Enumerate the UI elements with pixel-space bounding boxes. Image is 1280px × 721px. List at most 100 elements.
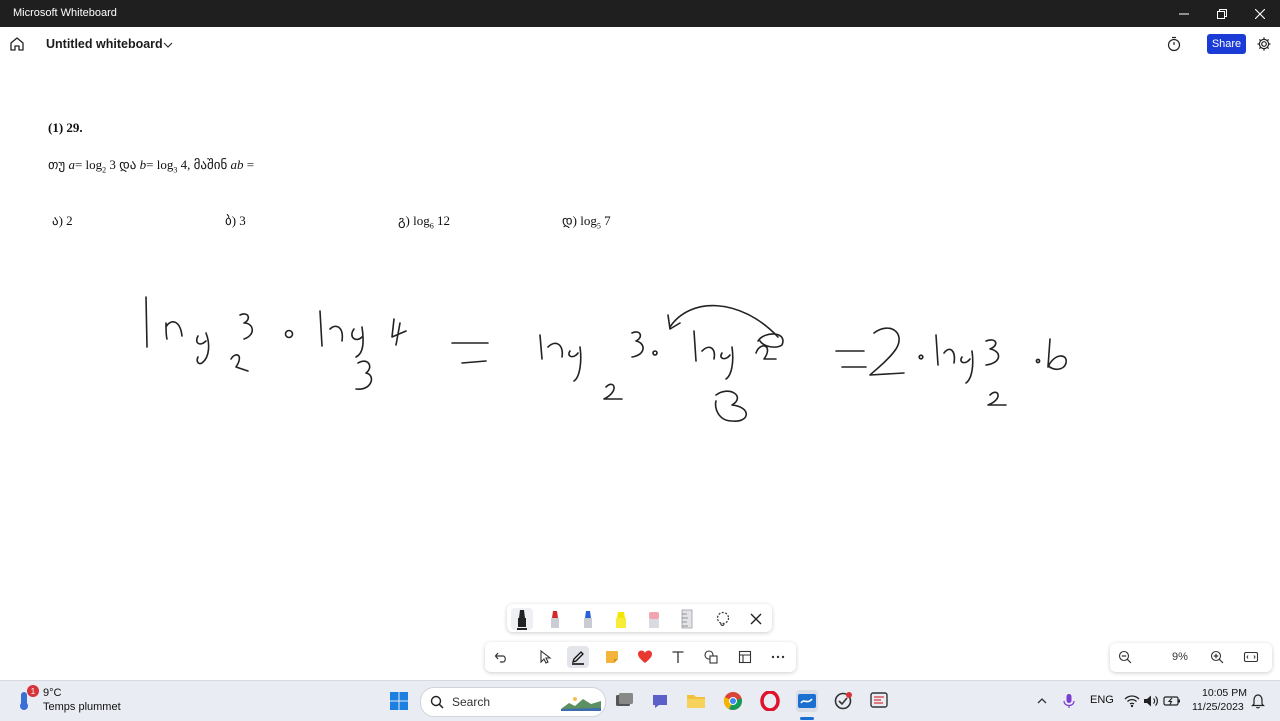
ink-stroke xyxy=(391,318,407,346)
chrome-icon xyxy=(723,692,742,710)
weather-description: Temps plummet xyxy=(43,701,121,713)
ink-strokes[interactable] xyxy=(0,61,1280,680)
start-button[interactable] xyxy=(388,690,410,712)
ink-stroke xyxy=(329,325,344,342)
pen-red-icon xyxy=(551,611,559,628)
ink-stroke xyxy=(568,346,582,382)
opera-button[interactable] xyxy=(759,690,781,712)
pen-black-button[interactable] xyxy=(511,608,533,630)
undo-button[interactable] xyxy=(490,646,512,668)
bell-icon xyxy=(1251,694,1265,709)
main-toolbar xyxy=(485,642,796,672)
select-button[interactable] xyxy=(534,646,556,668)
opera-icon xyxy=(760,691,780,711)
pinned-app-button[interactable] xyxy=(832,690,854,712)
sticky-note-button[interactable] xyxy=(601,646,623,668)
ruler-icon xyxy=(681,609,693,629)
fit-to-screen-button[interactable] xyxy=(1240,646,1262,668)
close-pen-tray-button[interactable] xyxy=(745,608,767,630)
ink-stroke xyxy=(239,313,254,340)
ellipsis-icon xyxy=(771,655,785,659)
ink-stroke xyxy=(165,321,183,340)
zoom-controls: 9% xyxy=(1110,643,1272,672)
taskbar-search[interactable]: Search xyxy=(420,687,606,717)
weather-temperature: 9°C xyxy=(43,687,62,699)
search-highlight-image xyxy=(561,697,601,711)
microphone-button[interactable] xyxy=(1058,690,1080,712)
app-header: Untitled whiteboard Share xyxy=(0,27,1280,61)
highlighter-button[interactable] xyxy=(610,608,632,630)
zoom-in-icon xyxy=(1210,650,1224,664)
window-title: Microsoft Whiteboard xyxy=(13,7,117,19)
shapes-icon xyxy=(704,650,718,664)
windows-logo-icon xyxy=(390,692,408,710)
battery-button[interactable] xyxy=(1161,690,1183,712)
share-button[interactable]: Share xyxy=(1207,34,1246,54)
timer-icon xyxy=(1167,36,1181,52)
pen-blue-icon xyxy=(584,611,592,628)
ink-stroke xyxy=(960,350,974,384)
eraser-button[interactable] xyxy=(643,608,665,630)
ink-stroke xyxy=(195,332,210,365)
ink-stroke xyxy=(714,390,748,422)
pen-red-button[interactable] xyxy=(544,608,566,630)
eraser-icon xyxy=(649,612,659,628)
ink-stroke xyxy=(987,391,1007,406)
title-menu-button[interactable] xyxy=(162,38,174,50)
zoom-in-button[interactable] xyxy=(1206,646,1228,668)
ink-stroke xyxy=(701,346,716,360)
whiteboard-title[interactable]: Untitled whiteboard xyxy=(46,37,163,51)
text-button[interactable] xyxy=(667,646,689,668)
snipping-tool-button[interactable] xyxy=(868,690,890,712)
highlighter-icon xyxy=(616,612,626,628)
language-indicator[interactable]: ENG xyxy=(1090,694,1114,706)
lasso-icon xyxy=(716,611,730,626)
chevron-up-icon xyxy=(1037,698,1047,704)
home-button[interactable] xyxy=(8,35,26,53)
minimize-button[interactable] xyxy=(1165,0,1203,27)
text-icon xyxy=(672,651,684,663)
timer-button[interactable] xyxy=(1166,36,1182,52)
shapes-button[interactable] xyxy=(700,646,722,668)
minimize-icon xyxy=(1179,13,1189,14)
taskbar: 1 9°C Temps plummet Search ENG 10:05 PM … xyxy=(0,680,1280,721)
pen-tray xyxy=(507,604,772,632)
settings-button[interactable] xyxy=(1256,36,1272,52)
close-button[interactable] xyxy=(1241,0,1279,27)
volume-icon xyxy=(1144,695,1158,707)
volume-button[interactable] xyxy=(1140,690,1162,712)
show-hidden-icons-button[interactable] xyxy=(1031,690,1053,712)
maximize-button[interactable] xyxy=(1203,0,1241,27)
chat-icon xyxy=(653,695,667,708)
zoom-out-button[interactable] xyxy=(1114,646,1136,668)
teams-chat-button[interactable] xyxy=(649,690,671,712)
notifications-button[interactable] xyxy=(1247,690,1269,712)
ink-stroke xyxy=(918,354,924,360)
clock-date[interactable]: 11/25/2023 xyxy=(1192,701,1244,713)
zoom-level[interactable]: 9% xyxy=(1162,651,1198,663)
reactions-button[interactable] xyxy=(634,646,656,668)
whiteboard-taskbar-button[interactable] xyxy=(796,690,818,712)
task-view-button[interactable] xyxy=(613,690,635,712)
lasso-button[interactable] xyxy=(712,608,734,630)
templates-button[interactable] xyxy=(734,646,756,668)
microphone-icon xyxy=(1063,694,1075,708)
whiteboard-icon xyxy=(798,694,816,708)
ink-stroke xyxy=(451,342,489,364)
ruler-button[interactable] xyxy=(676,608,698,630)
ink-stroke xyxy=(351,326,364,358)
pen-blue-button[interactable] xyxy=(577,608,599,630)
chrome-button[interactable] xyxy=(722,690,744,712)
battery-icon xyxy=(1163,696,1180,706)
pen-icon xyxy=(571,651,584,665)
ink-stroke xyxy=(230,354,249,372)
ink-stroke xyxy=(284,329,294,339)
ink-stroke xyxy=(652,350,658,356)
pen-tool-button[interactable] xyxy=(567,646,589,668)
more-options-button[interactable] xyxy=(767,646,789,668)
file-explorer-button[interactable] xyxy=(685,690,707,712)
whiteboard-canvas[interactable]: (1) 29. თუ a= log2 3 და b= log3 4, მაშინ… xyxy=(0,61,1280,680)
fit-screen-icon xyxy=(1243,651,1259,663)
clock-time[interactable]: 10:05 PM xyxy=(1202,687,1247,699)
search-icon xyxy=(430,695,444,709)
